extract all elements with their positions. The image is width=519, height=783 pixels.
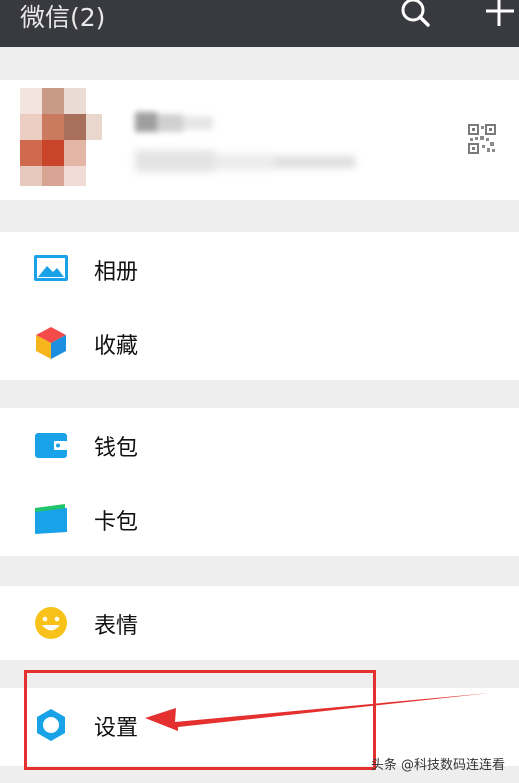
menu-group-2: 钱包 卡包 [0, 408, 519, 556]
wechat-me-screen: 微信(2) 相册 收藏 钱包 卡包 表情 设置 头条 @科技数码连连看 [0, 0, 519, 783]
cube-icon [33, 326, 69, 360]
gear-icon [33, 708, 69, 742]
menu-item-album[interactable]: 相册 [0, 232, 519, 306]
top-bar: 微信(2) [0, 0, 519, 47]
profile-card[interactable] [0, 80, 519, 200]
menu-group-3: 表情 [0, 586, 519, 660]
menu-item-favorites[interactable]: 收藏 [0, 306, 519, 380]
avatar[interactable] [2, 88, 112, 192]
menu-item-label: 相册 [94, 260, 139, 285]
menu-group-1: 相册 收藏 [0, 232, 519, 380]
wallet-icon [33, 428, 69, 462]
menu-item-stickers[interactable]: 表情 [0, 586, 519, 660]
app-title: 微信(2) [20, 3, 106, 32]
profile-name-redacted [135, 110, 245, 136]
profile-id-redacted [135, 146, 365, 176]
menu-item-wallet[interactable]: 钱包 [0, 408, 519, 482]
watermark: 头条 @科技数码连连看 [370, 758, 505, 773]
menu-item-label: 设置 [94, 716, 139, 741]
qr-code-icon[interactable] [468, 124, 496, 154]
menu-item-label: 卡包 [94, 510, 139, 535]
search-icon[interactable] [396, 0, 436, 30]
menu-item-cards[interactable]: 卡包 [0, 482, 519, 556]
menu-item-label: 钱包 [94, 436, 139, 461]
image-icon [33, 252, 69, 286]
card-icon [33, 502, 69, 536]
smiley-icon [33, 606, 69, 640]
plus-icon[interactable] [484, 0, 514, 30]
menu-item-label: 表情 [94, 614, 139, 639]
menu-item-label: 收藏 [94, 334, 139, 359]
